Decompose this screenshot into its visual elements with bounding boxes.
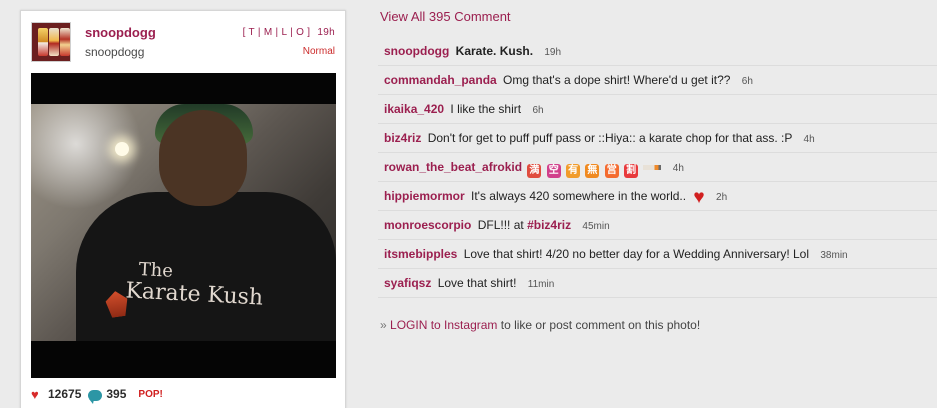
comment-text: DFL!!! at [477,218,524,232]
comment-time: 45min [582,221,610,232]
comment-user-link[interactable]: monroescorpio [384,218,471,232]
owner-display-name: snoopdogg [85,45,145,59]
comment-time: 38min [820,250,848,261]
face-shape [159,110,247,206]
comment-text: Omg that's a dope shirt! Where'd u get i… [503,73,731,87]
avatar[interactable] [31,22,71,62]
post-stats: ♥ 12675 395 POP! [31,387,163,404]
instagram-photo-page: snoopdogg snoopdogg [ T | M | L | O ] 19… [0,0,937,408]
comment-time: 2h [716,192,728,203]
likes-count: 12675 [48,387,82,401]
comment-text: I like the shirt [450,102,522,116]
comment-item: itsmebipples Love that shirt! 4/20 no be… [378,240,937,269]
emoji-chip: 無 [585,164,600,178]
comment-user-link[interactable]: syafiqsz [384,276,431,290]
emoji-chip: 満 [527,164,542,178]
post-photo[interactable]: The Karate Kush [31,73,336,378]
hashtag-link[interactable]: #biz4riz [527,218,571,232]
comment-user-link[interactable]: ikaika_420 [384,102,444,116]
emoji-chip: 割 [624,164,639,178]
emoji-chip: 営 [604,164,619,178]
comment-user-link[interactable]: rowan_the_beat_afrokid [384,160,522,174]
cigarette-icon [643,165,662,170]
comment-item: monroescorpio DFL!!! at #biz4riz 45min [378,211,937,240]
comment-user-link[interactable]: itsmebipples [384,247,457,261]
lamp-light [115,142,129,156]
comment-item: rowan_the_beat_afrokid 満 空 有 無 営 割 4h [378,153,937,182]
heart-icon[interactable]: ♥ [31,388,44,401]
filter-label: Normal [302,46,335,57]
comment-item: syafiqsz Love that shirt! 11min [378,269,937,298]
comment-item: hippiemormor It's always 420 somewhere i… [378,182,937,211]
photo-scene: The Karate Kush [31,104,336,341]
comment-user-link[interactable]: commandah_panda [384,73,497,87]
speech-bubble-icon[interactable] [88,389,103,404]
avatar-image-part [49,28,59,56]
comment-text: It's always 420 somewhere in the world.. [471,189,687,203]
photo-card: snoopdogg snoopdogg [ T | M | L | O ] 19… [20,10,346,408]
comment-item: snoopdogg Karate. Kush. 19h [378,37,937,66]
login-suffix: to like or post comment on this photo! [500,318,701,332]
emoji-chip: 空 [546,164,561,178]
comment-text: Love that shirt! 4/20 no better day for … [463,247,810,261]
post-top-links: [ T | M | L | O ] 19h [243,27,335,38]
comment-time: 11min [527,279,555,290]
comments-list: snoopdogg Karate. Kush. 19h commandah_pa… [378,37,937,298]
red-heart-icon: ♥ [693,187,705,208]
owner-username-link[interactable]: snoopdogg [85,25,156,40]
comment-user-link[interactable]: snoopdogg [384,44,449,58]
login-prompt: » LOGIN to Instagram to like or post com… [380,318,700,332]
comment-text: Karate. Kush. [455,44,534,58]
login-bullet: » [380,318,387,332]
comment-user-link[interactable]: hippiemormor [384,189,465,203]
emoji-chip: 有 [566,164,581,178]
post-action-links[interactable]: [ T | M | L | O ] [243,27,311,38]
comment-time: 6h [741,76,753,87]
comment-item: commandah_panda Omg that's a dope shirt!… [378,66,937,95]
comment-time: 4h [672,163,684,174]
post-time: 19h [317,27,335,38]
comment-text: Love that shirt! [437,276,517,290]
comment-time: 19h [544,47,562,58]
comment-item: biz4riz Don't for get to puff puff pass … [378,124,937,153]
login-link[interactable]: LOGIN to Instagram [390,318,497,332]
comment-item: ikaika_420 I like the shirt 6h [378,95,937,124]
comment-text: Don't for get to puff puff pass or ::Hiy… [427,131,793,145]
comments-count: 395 [106,387,127,401]
shirt-text: The Karate Kush [125,259,265,311]
comment-user-link[interactable]: biz4riz [384,131,421,145]
view-all-comments-link[interactable]: View All 395 Comment [380,9,511,24]
avatar-image-part [60,28,70,56]
comment-time: 6h [532,105,544,116]
popular-badge: POP! [138,388,163,400]
avatar-image-part [38,28,48,56]
comment-time: 4h [803,134,815,145]
